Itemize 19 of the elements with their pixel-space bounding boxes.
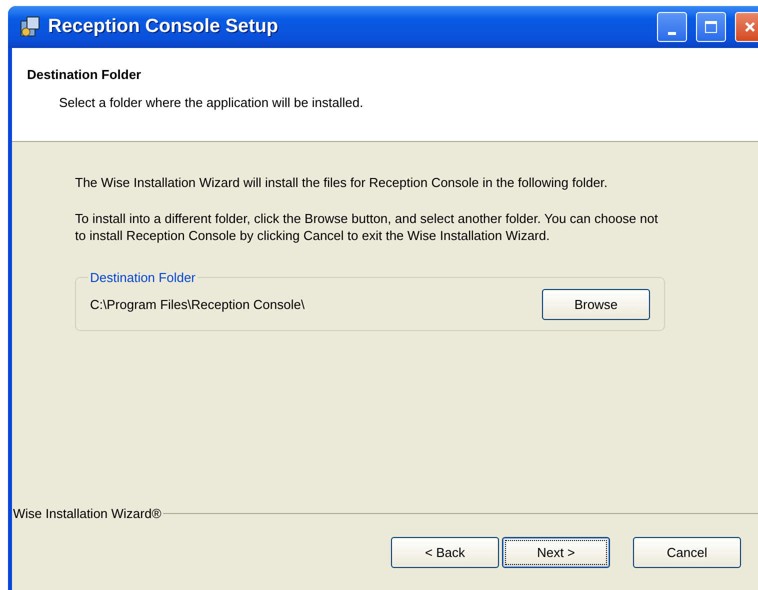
instruction-text: To install into a different folder, click the Browse button, and select another folder. You can choose not to install Reception Console by clicking Cancel to exit the Wise Installation Wizard. xyxy=(75,210,659,244)
folder-path: C:\Program Files\Reception Console\ xyxy=(90,297,305,312)
wizard-button[interactable]: Next > xyxy=(502,537,610,568)
wizard-button[interactable]: Cancel xyxy=(633,537,741,568)
brand-label: Wise Installation Wizard® xyxy=(13,506,162,521)
maximize-icon xyxy=(704,20,718,34)
wizard-button[interactable]: < Back xyxy=(391,537,499,568)
close-icon xyxy=(743,20,757,34)
page-subtitle: Select a folder where the application will be installed. xyxy=(59,95,364,110)
browse-button[interactable]: Browse xyxy=(542,289,650,320)
minimize-button[interactable] xyxy=(657,12,687,42)
maximize-button[interactable] xyxy=(696,12,726,42)
group-label: Destination Folder xyxy=(89,270,196,285)
page-title: Destination Folder xyxy=(27,67,142,82)
instruction-text: The Wise Installation Wizard will install the files for Reception Console in the following folder. xyxy=(75,174,609,191)
minimize-icon xyxy=(668,32,676,34)
window-title: Reception Console Setup xyxy=(48,16,280,38)
close-button[interactable] xyxy=(735,12,758,42)
installer-icon xyxy=(18,15,42,39)
